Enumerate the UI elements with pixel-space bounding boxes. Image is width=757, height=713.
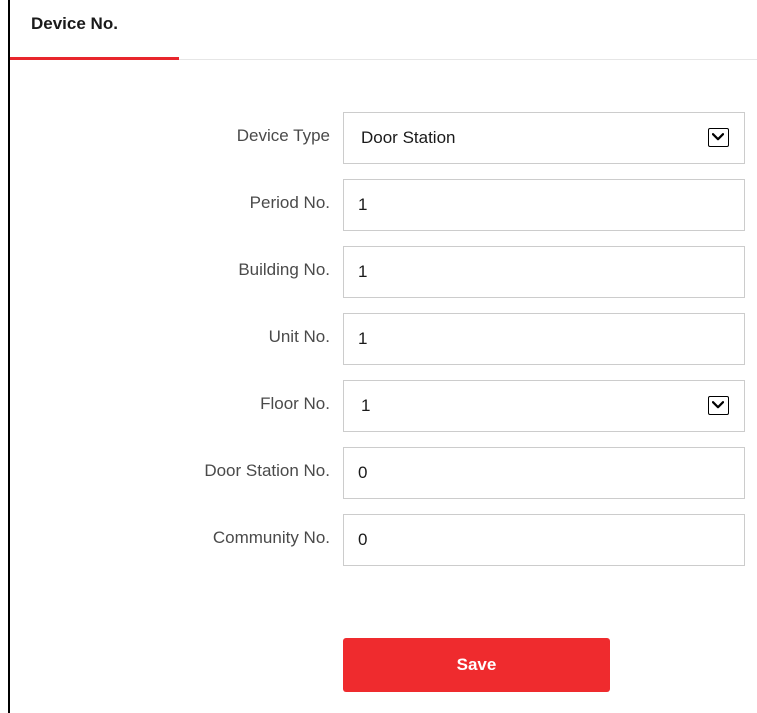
door-station-no-field[interactable]: [344, 448, 744, 498]
floor-no-row: Floor No. 1: [0, 380, 757, 432]
community-no-row: Community No.: [0, 514, 757, 566]
community-no-field-box: [343, 514, 745, 566]
building-no-field-box: [343, 246, 745, 298]
unit-no-row: Unit No.: [0, 313, 757, 365]
tab-device-no[interactable]: Device No.: [10, 0, 179, 60]
building-no-field[interactable]: [344, 247, 744, 297]
building-no-label: Building No.: [238, 260, 330, 279]
period-no-row: Period No.: [0, 179, 757, 231]
save-button[interactable]: Save: [343, 638, 610, 692]
period-no-field-box: [343, 179, 745, 231]
community-no-label: Community No.: [212, 528, 330, 547]
unit-no-label: Unit No.: [268, 327, 330, 346]
unit-no-field-box: [343, 313, 745, 365]
door-station-no-label: Door Station No.: [204, 461, 330, 480]
building-no-row: Building No.: [0, 246, 757, 298]
floor-no-select[interactable]: 1: [343, 380, 745, 432]
device-type-select[interactable]: Door Station: [343, 112, 745, 164]
device-type-label: Device Type: [236, 126, 330, 145]
tab-device-no-label: Device No.: [31, 14, 118, 33]
device-type-row: Device Type Door Station: [0, 112, 757, 164]
device-type-value: Door Station: [361, 128, 456, 147]
community-no-field[interactable]: [344, 515, 744, 565]
door-station-no-row: Door Station No.: [0, 447, 757, 499]
door-station-no-field-box: [343, 447, 745, 499]
chevron-down-icon[interactable]: [708, 128, 729, 147]
floor-no-value: 1: [361, 396, 371, 415]
floor-no-label: Floor No.: [260, 394, 330, 413]
chevron-down-icon[interactable]: [708, 396, 729, 415]
tab-bar: Device No.: [10, 0, 757, 60]
unit-no-field[interactable]: [344, 314, 744, 364]
period-no-label: Period No.: [249, 193, 330, 212]
period-no-field[interactable]: [344, 180, 744, 230]
device-no-page: Device No. Device Type Door Station Peri…: [0, 0, 757, 713]
